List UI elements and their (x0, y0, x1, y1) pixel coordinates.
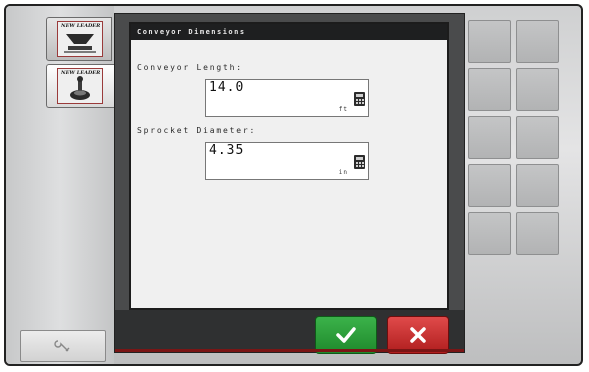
spreader-icon (64, 34, 96, 53)
softkey-grid (468, 20, 564, 260)
sprocket-diameter-value: 4.35 (209, 143, 245, 158)
sprocket-diameter-field[interactable]: 4.35 in (205, 142, 369, 180)
left-tab-column: NEW LEADER NEW LEADER (6, 6, 116, 364)
softkey-5[interactable] (468, 116, 511, 159)
dialog-action-bar (115, 310, 464, 354)
tab-spreader[interactable]: NEW LEADER (46, 17, 112, 61)
main-panel: Conveyor Dimensions Conveyor Length: 14.… (114, 13, 465, 354)
terminal-screen: NEW LEADER NEW LEADER Conveyor Dimension… (4, 4, 583, 366)
conveyor-length-label: Conveyor Length: (137, 63, 243, 72)
close-icon (410, 327, 426, 343)
softkey-7[interactable] (468, 164, 511, 207)
conveyor-dimensions-dialog: Conveyor Dimensions Conveyor Length: 14.… (129, 22, 449, 310)
wrench-icon (54, 340, 70, 352)
softkey-1[interactable] (468, 20, 511, 63)
softkey-9[interactable] (468, 212, 511, 255)
softkey-4[interactable] (516, 68, 559, 111)
sprocket-diameter-label: Sprocket Diameter: (137, 126, 257, 135)
tab-icon-frame: NEW LEADER (57, 68, 103, 104)
tools-button[interactable] (20, 330, 106, 362)
calculator-icon[interactable] (354, 92, 365, 106)
tab-icon-frame: NEW LEADER (57, 21, 103, 57)
sprocket-diameter-unit: in (338, 169, 348, 176)
calculator-icon[interactable] (354, 155, 365, 169)
accent-line (115, 349, 464, 352)
conveyor-length-unit: ft (338, 106, 348, 113)
softkey-6[interactable] (516, 116, 559, 159)
checkmark-icon (336, 327, 356, 343)
softkey-10[interactable] (516, 212, 559, 255)
joystick-icon (70, 76, 90, 100)
softkey-2[interactable] (516, 20, 559, 63)
softkey-3[interactable] (468, 68, 511, 111)
dialog-title: Conveyor Dimensions (131, 24, 447, 40)
conveyor-length-field[interactable]: 14.0 ft (205, 79, 369, 117)
softkey-8[interactable] (516, 164, 559, 207)
conveyor-length-value: 14.0 (209, 80, 245, 95)
tab-conveyor-settings[interactable]: NEW LEADER (46, 64, 116, 108)
